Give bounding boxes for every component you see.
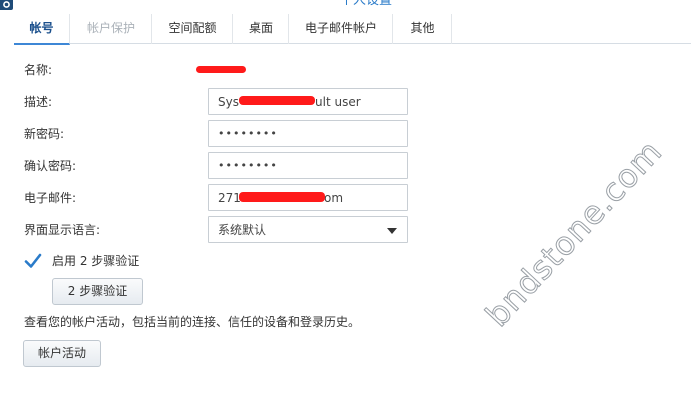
account-activity-button[interactable]: 帐户活动 <box>23 340 101 367</box>
new-password-label: 新密码: <box>24 127 65 141</box>
language-select[interactable]: 系统默认 <box>208 216 408 243</box>
tab-quota[interactable]: 空间配额 <box>153 14 233 44</box>
confirm-password-label: 确认密码: <box>24 159 77 173</box>
tab-desktop[interactable]: 桌面 <box>234 14 289 44</box>
tab-others[interactable]: 其他 <box>394 14 452 44</box>
watermark-text: bndstone.com <box>478 132 671 335</box>
description-label: 描述: <box>24 95 53 109</box>
name-label: 名称: <box>24 63 53 77</box>
language-selected-value: 系统默认 <box>218 223 267 237</box>
chevron-down-icon[interactable] <box>387 228 397 234</box>
email-redaction <box>239 192 325 202</box>
email-input[interactable]: 271 om <box>208 184 408 211</box>
name-redaction <box>196 66 246 73</box>
description-value-prefix: Sys <box>218 95 239 109</box>
confirm-password-input[interactable]: •••••••• <box>208 152 408 179</box>
new-password-value: •••••••• <box>218 127 278 140</box>
window-titlebar: 个人设置 <box>0 0 691 14</box>
tab-account-protection[interactable]: 帐户保护 <box>71 14 152 44</box>
email-value-prefix: 271 <box>218 191 241 205</box>
language-label: 界面显示语言: <box>24 223 101 237</box>
window-title: 个人设置 <box>340 0 393 8</box>
app-gear-icon <box>0 0 13 10</box>
email-value-suffix: om <box>324 191 344 205</box>
new-password-input[interactable]: •••••••• <box>208 120 408 147</box>
checkmark-icon <box>24 253 42 268</box>
tab-account[interactable]: 帐号 <box>14 14 70 45</box>
email-label: 电子邮件: <box>24 191 77 205</box>
description-redaction <box>239 96 315 105</box>
tab-bar: 帐号 帐户保护 空间配额 桌面 电子邮件帐户 其他 <box>14 14 691 45</box>
description-value-suffix: ult user <box>315 95 361 109</box>
two-step-checkbox[interactable] <box>24 252 42 270</box>
tab-email-accounts[interactable]: 电子邮件帐户 <box>290 14 393 44</box>
two-step-checkbox-label: 启用 2 步骤验证 <box>52 254 140 268</box>
two-step-verification-button[interactable]: 2 步骤验证 <box>52 278 143 305</box>
description-input[interactable]: Sys ult user <box>208 88 408 115</box>
account-activity-note: 查看您的帐户活动，包括当前的连接、信任的设备和登录历史。 <box>24 315 361 329</box>
confirm-password-value: •••••••• <box>218 159 278 172</box>
